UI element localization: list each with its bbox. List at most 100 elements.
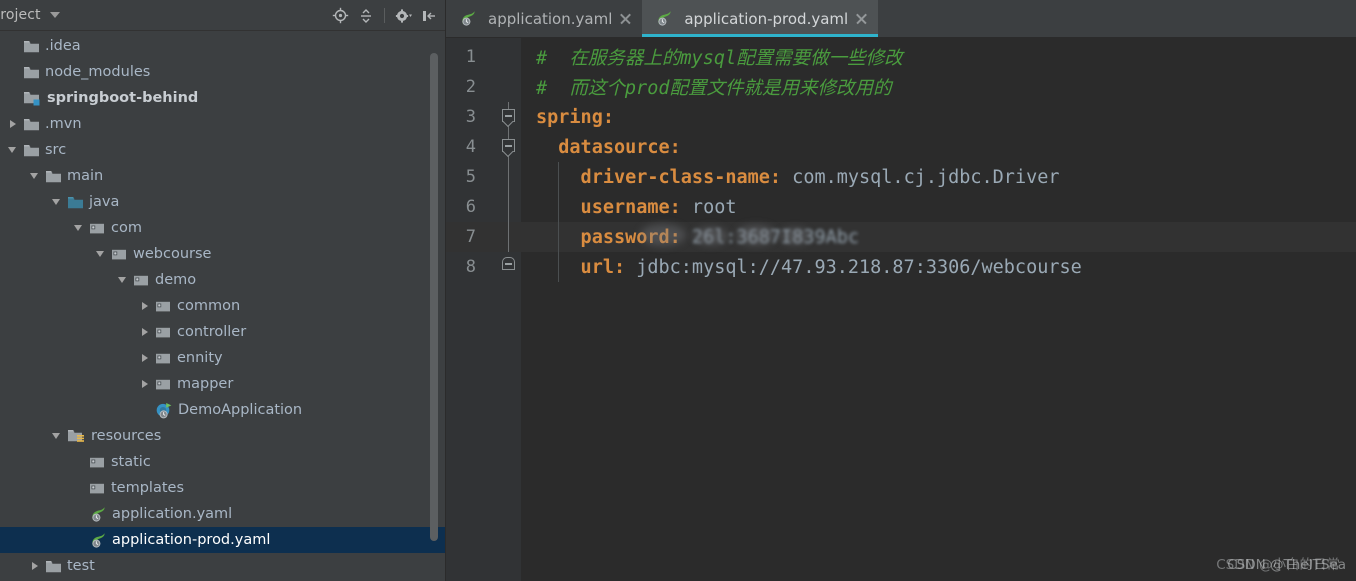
settings-gear-icon[interactable] [392,5,414,27]
fold-column[interactable] [496,192,522,222]
editor-tab-application-yaml[interactable]: application.yaml [446,0,643,37]
chevron-right-icon[interactable] [6,117,20,131]
spring-yaml-icon [89,506,107,523]
tree-item-label: webcourse [133,245,212,262]
fold-column[interactable] [496,222,522,252]
tree-item-demo[interactable]: demo [0,267,446,293]
collapse-all-icon[interactable] [355,5,377,27]
tree-item-demoapplication[interactable]: DemoApplication [0,397,446,423]
code-token-comment: # 在服务器上的mysql配置需要做一些修改 [536,48,903,69]
folder-icon [23,39,40,54]
chevron-down-icon[interactable] [94,247,108,261]
tree-item-idea[interactable]: .idea [0,33,446,59]
editor-gutter[interactable]: 1 2 3 4 5 6 7 8 [446,38,522,581]
tree-item-ennity[interactable]: ennity [0,345,446,371]
folder-icon [45,559,62,574]
project-tree-scrollbar[interactable] [430,53,438,541]
chevron-down-icon[interactable] [116,273,130,287]
fold-column[interactable] [496,252,522,282]
tree-item-label: application-prod.yaml [112,531,271,548]
line-number: 6 [465,197,476,217]
code-token-comment: # 而这个prod配置文件就是用来修改用的 [536,78,892,99]
chevron-down-icon[interactable] [72,221,86,235]
code-line[interactable]: password: 26l:3687I839Abc [522,222,1356,252]
code-token-punct: : [669,196,681,218]
tree-item-java[interactable]: java [0,189,446,215]
gutter-line: 2 [446,72,522,102]
project-panel-title[interactable]: Project [0,7,41,23]
chevron-down-icon[interactable] [50,195,64,209]
package-icon [89,481,106,495]
tree-item-webcourse[interactable]: webcourse [0,241,446,267]
tree-item-common[interactable]: common [0,293,446,319]
indent-guide [558,162,559,192]
code-line[interactable]: # 在服务器上的mysql配置需要做一些修改 [522,42,1356,72]
tree-item-static[interactable]: static [0,449,446,475]
code-token-key: driver-class-name [536,166,770,188]
tree-item-application-yaml[interactable]: application.yaml [0,501,446,527]
locate-in-tree-icon[interactable] [329,5,351,27]
editor-tabbar: application.yaml application-prod.yaml [446,0,1356,38]
close-icon[interactable] [854,11,869,26]
fold-column[interactable] [496,72,522,102]
project-tree-scroll[interactable]: .idea node_modules springboot-behind .mvn sr… [0,31,446,581]
editor-tab-application-prod-yaml[interactable]: application-prod.yaml [642,0,879,37]
code-token-punct: : [602,106,614,128]
chevron-down-icon[interactable] [50,429,64,443]
chevron-right-icon[interactable] [138,351,152,365]
chevron-down-icon[interactable] [49,12,60,18]
code-line[interactable]: datasource: [522,132,1356,162]
fold-column[interactable] [496,102,522,132]
gutter-line: 5 [446,162,522,192]
code-token-redacted: 26l:3687I839Abc [680,226,860,248]
chevron-down-icon[interactable] [28,169,42,183]
tree-item-test[interactable]: test [0,553,446,579]
tree-item-springboot-behind[interactable]: springboot-behind [0,85,446,111]
tree-item-mvn[interactable]: .mvn [0,111,446,137]
line-number: 3 [465,107,476,127]
chevron-right-icon[interactable] [138,299,152,313]
package-icon [155,377,172,391]
tree-item-label: main [67,167,104,184]
folder-icon [45,169,62,184]
code-content[interactable]: # 在服务器上的mysql配置需要做一些修改 # 而这个prod配置文件就是用来修… [522,38,1356,581]
fold-column[interactable] [496,162,522,192]
tree-item-com[interactable]: com [0,215,446,241]
chevron-right-icon[interactable] [138,325,152,339]
chevron-right-icon[interactable] [138,377,152,391]
tree-item-templates[interactable]: templates [0,475,446,501]
tree-item-controller[interactable]: controller [0,319,446,345]
code-line[interactable]: driver-class-name: com.mysql.cj.jdbc.Dri… [522,162,1356,192]
line-number: 4 [465,137,476,157]
code-line[interactable]: url: jdbc:mysql://47.93.218.87:3306/webc… [522,252,1356,282]
code-line[interactable]: spring: [522,102,1356,132]
project-tree: .idea node_modules springboot-behind .mvn sr… [0,31,446,579]
tree-item-label: node_modules [45,63,151,80]
tree-item-node-modules[interactable]: node_modules [0,59,446,85]
tree-item-mapper[interactable]: mapper [0,371,446,397]
chevron-down-icon[interactable] [6,143,20,157]
package-icon [155,351,172,365]
code-token-value: com.mysql.cj.jdbc.Driver [781,166,1060,188]
tree-item-label: controller [177,323,247,340]
tree-item-application-prod-yaml[interactable]: application-prod.yaml [0,527,446,553]
chevron-right-icon[interactable] [28,559,42,573]
tree-item-src[interactable]: src [0,137,446,163]
fold-column[interactable] [496,132,522,162]
toolbar-divider [384,8,385,23]
fold-column[interactable] [496,42,522,72]
code-line[interactable]: # 而这个prod配置文件就是用来修改用的 [522,72,1356,102]
package-icon [155,325,172,339]
line-number: 7 [465,227,476,247]
code-line[interactable]: username: root [522,192,1356,222]
folder-icon [23,65,40,80]
close-icon[interactable] [618,11,633,26]
hide-panel-icon[interactable] [418,5,440,27]
tree-item-resources[interactable]: resources [0,423,446,449]
indent-guide [558,222,559,252]
tree-item-main[interactable]: main [0,163,446,189]
code-token-punct: : [769,166,782,188]
